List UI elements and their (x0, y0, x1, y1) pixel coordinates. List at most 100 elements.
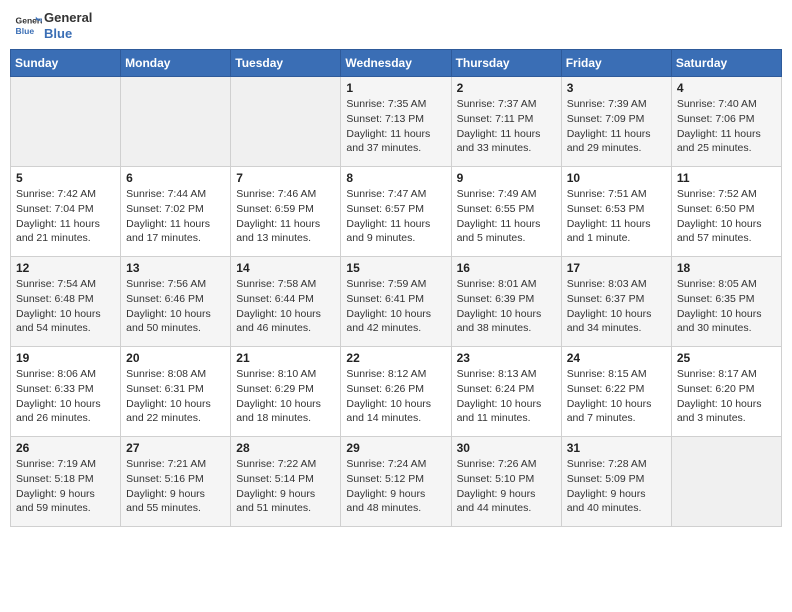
calendar-cell: 31 Sunrise: 7:28 AM Sunset: 5:09 PM Dayli… (561, 437, 671, 527)
calendar-cell: 19 Sunrise: 8:06 AM Sunset: 6:33 PM Dayli… (11, 347, 121, 437)
weekday-header-friday: Friday (561, 50, 671, 77)
day-info: Sunrise: 8:08 AM Sunset: 6:31 PM Dayligh… (126, 367, 225, 426)
weekday-header-row: SundayMondayTuesdayWednesdayThursdayFrid… (11, 50, 782, 77)
day-number: 16 (457, 261, 556, 275)
day-number: 2 (457, 81, 556, 95)
calendar-cell: 21 Sunrise: 8:10 AM Sunset: 6:29 PM Dayli… (231, 347, 341, 437)
calendar-cell: 30Sunrise: 7:26 AM Sunset: 5:10 PM Dayli… (451, 437, 561, 527)
page-header: General Blue General Blue (10, 10, 782, 41)
calendar-cell: 23Sunrise: 8:13 AM Sunset: 6:24 PM Dayli… (451, 347, 561, 437)
day-number: 1 (346, 81, 445, 95)
day-info: Sunrise: 7:47 AM Sunset: 6:57 PM Dayligh… (346, 187, 445, 246)
day-info: Sunrise: 7:54 AM Sunset: 6:48 PM Dayligh… (16, 277, 115, 336)
weekday-header-sunday: Sunday (11, 50, 121, 77)
day-info: Sunrise: 8:05 AM Sunset: 6:35 PM Dayligh… (677, 277, 776, 336)
calendar-cell: 26 Sunrise: 7:19 AM Sunset: 5:18 PM Dayli… (11, 437, 121, 527)
day-number: 17 (567, 261, 666, 275)
calendar-cell: 2 Sunrise: 7:37 AM Sunset: 7:11 PM Daylig… (451, 77, 561, 167)
day-number: 23 (457, 351, 556, 365)
day-info: Sunrise: 8:06 AM Sunset: 6:33 PM Dayligh… (16, 367, 115, 426)
weekday-header-monday: Monday (121, 50, 231, 77)
day-info: Sunrise: 8:10 AM Sunset: 6:29 PM Dayligh… (236, 367, 335, 426)
day-info: Sunrise: 7:39 AM Sunset: 7:09 PM Dayligh… (567, 97, 666, 156)
day-info: Sunrise: 8:12 AM Sunset: 6:26 PM Dayligh… (346, 367, 445, 426)
calendar-cell: 14Sunrise: 7:58 AM Sunset: 6:44 PM Dayli… (231, 257, 341, 347)
day-info: Sunrise: 7:24 AM Sunset: 5:12 PM Dayligh… (346, 457, 445, 516)
day-info: Sunrise: 7:26 AM Sunset: 5:10 PM Dayligh… (457, 457, 556, 516)
calendar-body: 1 Sunrise: 7:35 AM Sunset: 7:13 PM Daylig… (11, 77, 782, 527)
calendar-cell: 10Sunrise: 7:51 AM Sunset: 6:53 PM Dayli… (561, 167, 671, 257)
calendar-cell: 11 Sunrise: 7:52 AM Sunset: 6:50 PM Dayli… (671, 167, 781, 257)
logo-text-general: General (44, 10, 92, 26)
calendar-cell: 17Sunrise: 8:03 AM Sunset: 6:37 PM Dayli… (561, 257, 671, 347)
calendar-cell: 13 Sunrise: 7:56 AM Sunset: 6:46 PM Dayli… (121, 257, 231, 347)
day-number: 20 (126, 351, 225, 365)
day-info: Sunrise: 7:56 AM Sunset: 6:46 PM Dayligh… (126, 277, 225, 336)
logo-text-blue: Blue (44, 26, 92, 42)
day-number: 21 (236, 351, 335, 365)
day-number: 11 (677, 171, 776, 185)
calendar-table: SundayMondayTuesdayWednesdayThursdayFrid… (10, 49, 782, 527)
day-info: Sunrise: 7:22 AM Sunset: 5:14 PM Dayligh… (236, 457, 335, 516)
svg-text:Blue: Blue (16, 25, 35, 35)
calendar-cell: 15 Sunrise: 7:59 AM Sunset: 6:41 PM Dayli… (341, 257, 451, 347)
calendar-cell (671, 437, 781, 527)
day-number: 28 (236, 441, 335, 455)
day-number: 12 (16, 261, 115, 275)
day-info: Sunrise: 7:52 AM Sunset: 6:50 PM Dayligh… (677, 187, 776, 246)
calendar-cell (11, 77, 121, 167)
calendar-cell: 29Sunrise: 7:24 AM Sunset: 5:12 PM Dayli… (341, 437, 451, 527)
day-info: Sunrise: 7:49 AM Sunset: 6:55 PM Dayligh… (457, 187, 556, 246)
calendar-cell: 5Sunrise: 7:42 AM Sunset: 7:04 PM Daylig… (11, 167, 121, 257)
calendar-week-row: 19 Sunrise: 8:06 AM Sunset: 6:33 PM Dayli… (11, 347, 782, 437)
calendar-cell: 1 Sunrise: 7:35 AM Sunset: 7:13 PM Daylig… (341, 77, 451, 167)
day-info: Sunrise: 7:46 AM Sunset: 6:59 PM Dayligh… (236, 187, 335, 246)
calendar-header: SundayMondayTuesdayWednesdayThursdayFrid… (11, 50, 782, 77)
calendar-cell: 28 Sunrise: 7:22 AM Sunset: 5:14 PM Dayli… (231, 437, 341, 527)
logo-icon: General Blue (14, 12, 42, 40)
day-info: Sunrise: 8:17 AM Sunset: 6:20 PM Dayligh… (677, 367, 776, 426)
day-number: 31 (567, 441, 666, 455)
calendar-week-row: 12 Sunrise: 7:54 AM Sunset: 6:48 PM Dayli… (11, 257, 782, 347)
day-info: Sunrise: 7:35 AM Sunset: 7:13 PM Dayligh… (346, 97, 445, 156)
day-info: Sunrise: 7:59 AM Sunset: 6:41 PM Dayligh… (346, 277, 445, 336)
calendar-cell: 24Sunrise: 8:15 AM Sunset: 6:22 PM Dayli… (561, 347, 671, 437)
day-info: Sunrise: 8:01 AM Sunset: 6:39 PM Dayligh… (457, 277, 556, 336)
day-info: Sunrise: 7:51 AM Sunset: 6:53 PM Dayligh… (567, 187, 666, 246)
day-number: 8 (346, 171, 445, 185)
calendar-cell: 8 Sunrise: 7:47 AM Sunset: 6:57 PM Daylig… (341, 167, 451, 257)
day-number: 24 (567, 351, 666, 365)
calendar-cell: 22 Sunrise: 8:12 AM Sunset: 6:26 PM Dayli… (341, 347, 451, 437)
calendar-cell: 6Sunrise: 7:44 AM Sunset: 7:02 PM Daylig… (121, 167, 231, 257)
calendar-cell: 4 Sunrise: 7:40 AM Sunset: 7:06 PM Daylig… (671, 77, 781, 167)
day-number: 5 (16, 171, 115, 185)
calendar-cell (231, 77, 341, 167)
calendar-cell: 20 Sunrise: 8:08 AM Sunset: 6:31 PM Dayli… (121, 347, 231, 437)
day-number: 27 (126, 441, 225, 455)
logo: General Blue General Blue (14, 10, 92, 41)
day-number: 9 (457, 171, 556, 185)
calendar-week-row: 5Sunrise: 7:42 AM Sunset: 7:04 PM Daylig… (11, 167, 782, 257)
day-number: 18 (677, 261, 776, 275)
day-number: 4 (677, 81, 776, 95)
day-info: Sunrise: 7:28 AM Sunset: 5:09 PM Dayligh… (567, 457, 666, 516)
calendar-cell: 12 Sunrise: 7:54 AM Sunset: 6:48 PM Dayli… (11, 257, 121, 347)
weekday-header-wednesday: Wednesday (341, 50, 451, 77)
calendar-cell: 18 Sunrise: 8:05 AM Sunset: 6:35 PM Dayli… (671, 257, 781, 347)
day-number: 19 (16, 351, 115, 365)
svg-text:General: General (16, 15, 42, 25)
weekday-header-tuesday: Tuesday (231, 50, 341, 77)
day-number: 26 (16, 441, 115, 455)
day-info: Sunrise: 7:40 AM Sunset: 7:06 PM Dayligh… (677, 97, 776, 156)
day-info: Sunrise: 7:37 AM Sunset: 7:11 PM Dayligh… (457, 97, 556, 156)
calendar-week-row: 1 Sunrise: 7:35 AM Sunset: 7:13 PM Daylig… (11, 77, 782, 167)
calendar-cell: 3Sunrise: 7:39 AM Sunset: 7:09 PM Daylig… (561, 77, 671, 167)
day-number: 25 (677, 351, 776, 365)
calendar-cell: 25 Sunrise: 8:17 AM Sunset: 6:20 PM Dayli… (671, 347, 781, 437)
day-number: 13 (126, 261, 225, 275)
day-info: Sunrise: 7:19 AM Sunset: 5:18 PM Dayligh… (16, 457, 115, 516)
calendar-cell: 9 Sunrise: 7:49 AM Sunset: 6:55 PM Daylig… (451, 167, 561, 257)
calendar-cell (121, 77, 231, 167)
day-number: 15 (346, 261, 445, 275)
day-number: 22 (346, 351, 445, 365)
